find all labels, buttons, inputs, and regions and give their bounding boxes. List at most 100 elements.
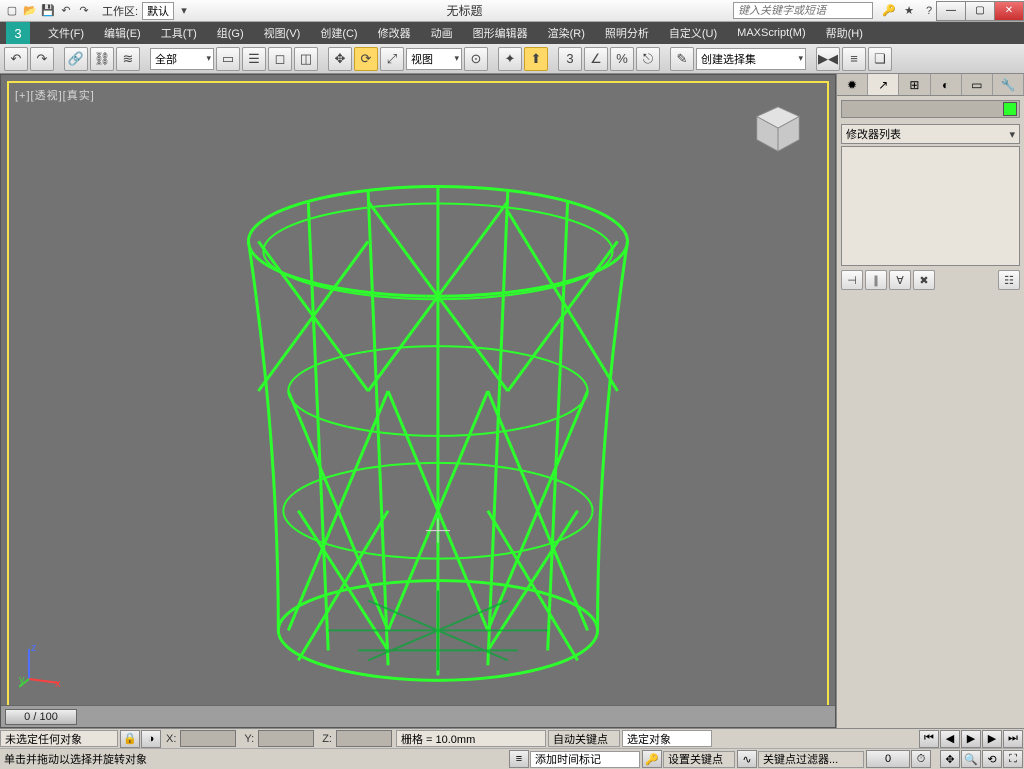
menu-lighting[interactable]: 照明分析 xyxy=(595,22,659,44)
prompt-text: 单击并拖动以选择并旋转对象 xyxy=(0,751,260,768)
orbit-button[interactable]: ⟲ xyxy=(982,750,1002,768)
x-input[interactable] xyxy=(180,730,236,747)
layers-button[interactable]: ❏ xyxy=(868,47,892,71)
z-label: Z: xyxy=(318,733,336,745)
maximize-button[interactable]: ▢ xyxy=(965,1,995,21)
named-sel-dropdown[interactable]: 创建选择集 xyxy=(696,48,806,70)
snap-toggle-button[interactable]: 3 xyxy=(558,47,582,71)
workspace-dropdown[interactable]: 默认 xyxy=(142,2,174,20)
menu-modifiers[interactable]: 修改器 xyxy=(368,22,421,44)
window-crossing-button[interactable]: ◫ xyxy=(294,47,318,71)
script-listener-button[interactable]: ≡ xyxy=(509,750,529,768)
move-button[interactable]: ✥ xyxy=(328,47,352,71)
modify-tab[interactable]: ↗ xyxy=(868,74,899,95)
menu-create[interactable]: 创建(C) xyxy=(310,22,367,44)
pin-stack-button[interactable]: ⊣ xyxy=(841,270,863,290)
selection-lock-button[interactable]: 🔒 xyxy=(120,730,140,748)
show-result-button[interactable]: ∥ xyxy=(865,270,887,290)
help-search-input[interactable] xyxy=(733,2,873,19)
z-input[interactable] xyxy=(336,730,392,747)
next-frame-button[interactable]: ▶ xyxy=(982,730,1002,748)
configure-sets-button[interactable]: ☷ xyxy=(998,270,1020,290)
fav-icon[interactable]: ★ xyxy=(901,3,917,19)
menu-edit[interactable]: 编辑(E) xyxy=(94,22,151,44)
hierarchy-tab[interactable]: ⊞ xyxy=(899,74,930,95)
frame-number-input[interactable]: 0 xyxy=(866,750,910,768)
app-logo-icon[interactable]: 3 xyxy=(6,22,30,44)
menu-maxscript[interactable]: MAXScript(M) xyxy=(727,24,815,42)
play-button[interactable]: ▶ xyxy=(961,730,981,748)
angle-snap-button[interactable]: ∠ xyxy=(584,47,608,71)
menu-group[interactable]: 组(G) xyxy=(207,22,254,44)
select-name-button[interactable]: ☰ xyxy=(242,47,266,71)
menu-render[interactable]: 渲染(R) xyxy=(538,22,595,44)
remove-mod-button[interactable]: ✖ xyxy=(913,270,935,290)
y-input[interactable] xyxy=(258,730,314,747)
goto-end-button[interactable]: ⏭ xyxy=(1003,730,1023,748)
menu-help[interactable]: 帮助(H) xyxy=(816,22,873,44)
align-button[interactable]: ≡ xyxy=(842,47,866,71)
menu-animation[interactable]: 动画 xyxy=(421,22,463,44)
select-rect-button[interactable]: ◻ xyxy=(268,47,292,71)
save-file-icon[interactable]: 💾 xyxy=(40,3,56,19)
manipulate-button[interactable]: ✦ xyxy=(498,47,522,71)
open-file-icon[interactable]: 📂 xyxy=(22,3,38,19)
undo-quick-icon[interactable]: ↶ xyxy=(58,3,74,19)
redo-quick-icon[interactable]: ↷ xyxy=(76,3,92,19)
menu-grapheditors[interactable]: 图形编辑器 xyxy=(463,22,538,44)
object-name-field[interactable] xyxy=(841,100,1020,118)
menu-customize[interactable]: 自定义(U) xyxy=(659,22,727,44)
ref-coord-dropdown[interactable]: 视图 xyxy=(406,48,462,70)
close-button[interactable]: ✕ xyxy=(994,1,1024,21)
pivot-button[interactable]: ⊙ xyxy=(464,47,488,71)
signin-icon[interactable]: 🔑 xyxy=(881,3,897,19)
autokey-button[interactable]: 自动关键点 xyxy=(548,730,620,747)
object-color-swatch[interactable] xyxy=(1003,102,1017,116)
bind-space-button[interactable]: ≋ xyxy=(116,47,140,71)
rotate-button[interactable]: ⟳ xyxy=(354,47,378,71)
isolate-button[interactable]: ◑ xyxy=(141,730,161,748)
display-tab[interactable]: ▭ xyxy=(962,74,993,95)
key-mode-button[interactable]: 🔑 xyxy=(642,750,662,768)
unlink-button[interactable]: ⛓ xyxy=(90,47,114,71)
key-filters-icon[interactable]: ∿ xyxy=(737,750,757,768)
workspace-dd-icon[interactable]: ▾ xyxy=(176,3,192,19)
link-button[interactable]: 🔗 xyxy=(64,47,88,71)
menu-tools[interactable]: 工具(T) xyxy=(151,22,207,44)
help-icon[interactable]: ? xyxy=(921,3,937,19)
select-object-button[interactable]: ▭ xyxy=(216,47,240,71)
spinner-snap-button[interactable]: ⎋ xyxy=(636,47,660,71)
keyboard-shortcut-button[interactable]: ⬆ xyxy=(524,47,548,71)
modifier-list-dropdown[interactable]: 修改器列表 xyxy=(841,124,1020,144)
mirror-button[interactable]: ▶◀ xyxy=(816,47,840,71)
setkey-button[interactable]: 设置关键点 xyxy=(663,751,735,768)
selection-filter-dropdown[interactable]: 全部 xyxy=(150,48,214,70)
time-config-button[interactable]: ⏱ xyxy=(911,750,931,768)
utilities-tab[interactable]: 🔧 xyxy=(993,74,1024,95)
make-unique-button[interactable]: ∀ xyxy=(889,270,911,290)
undo-button[interactable]: ↶ xyxy=(4,47,28,71)
time-tag-field[interactable]: 添加时间标记 xyxy=(530,751,640,768)
key-filters-button[interactable]: 关键点过滤器... xyxy=(758,751,864,768)
create-tab[interactable]: ✹ xyxy=(837,74,868,95)
key-target-dropdown[interactable]: 选定对象 xyxy=(622,730,712,747)
pan-view-button[interactable]: ✥ xyxy=(940,750,960,768)
edit-named-sel-button[interactable]: ✎ xyxy=(670,47,694,71)
minimize-button[interactable]: — xyxy=(936,1,966,21)
menu-file[interactable]: 文件(F) xyxy=(38,22,94,44)
redo-button[interactable]: ↷ xyxy=(30,47,54,71)
goto-start-button[interactable]: ⏮ xyxy=(919,730,939,748)
time-slider-handle[interactable]: 0 / 100 xyxy=(5,709,77,725)
modifier-stack[interactable] xyxy=(841,146,1020,266)
motion-tab[interactable]: ◐ xyxy=(931,74,962,95)
percent-snap-button[interactable]: % xyxy=(610,47,634,71)
scale-button[interactable]: ⤢ xyxy=(380,47,404,71)
new-file-icon[interactable]: ▢ xyxy=(4,3,20,19)
max-viewport-button[interactable]: ⛶ xyxy=(1003,750,1023,768)
prev-frame-button[interactable]: ◀ xyxy=(940,730,960,748)
zoom-button[interactable]: 🔍 xyxy=(961,750,981,768)
view-cube[interactable] xyxy=(749,101,807,159)
time-slider[interactable]: 0 / 100 xyxy=(1,705,835,727)
perspective-viewport[interactable]: [+][透视][真实] xyxy=(7,81,829,721)
menu-view[interactable]: 视图(V) xyxy=(254,22,311,44)
